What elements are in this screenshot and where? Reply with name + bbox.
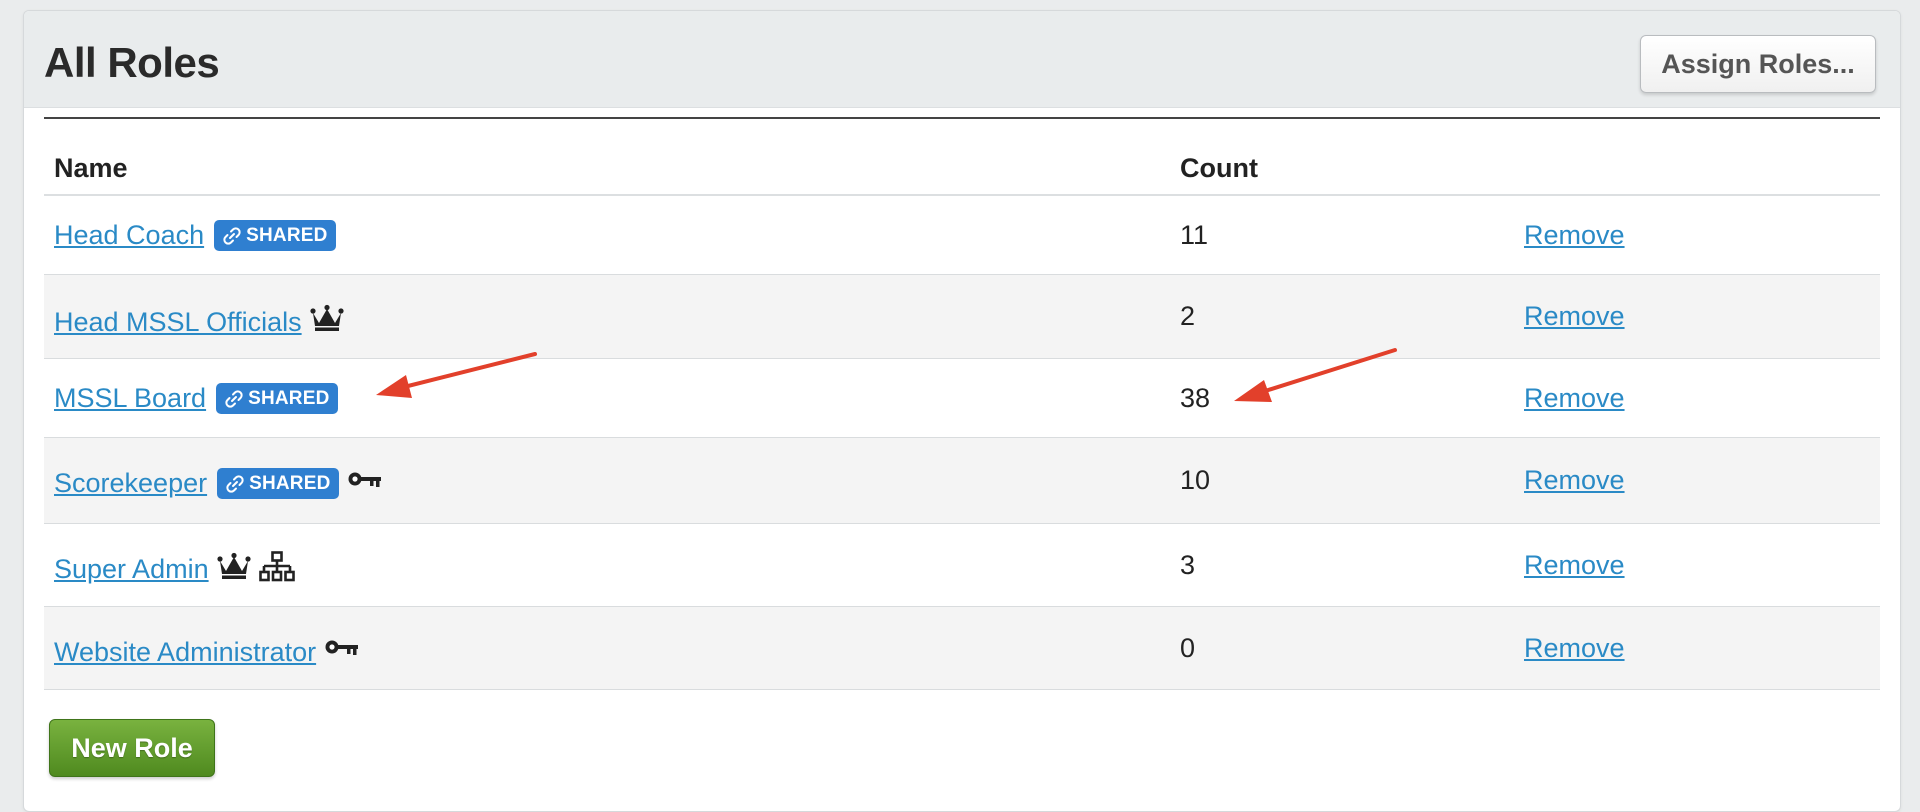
assign-roles-button[interactable]: Assign Roles... xyxy=(1640,35,1876,93)
role-count: 3 xyxy=(1180,549,1196,580)
new-role-button[interactable]: New Role xyxy=(49,719,215,777)
table-row: Website Administrator 0 Remove xyxy=(44,607,1880,690)
role-link-super-admin[interactable]: Super Admin xyxy=(54,554,209,585)
table-header: Name Count xyxy=(44,119,1880,196)
shared-badge: SHARED xyxy=(217,468,339,499)
shared-badge-label: SHARED xyxy=(246,224,328,246)
remove-link[interactable]: Remove xyxy=(1524,465,1625,496)
role-name-cell: MSSL Board SHARED xyxy=(54,359,338,437)
roles-table: Name Count Head Coach SHARED 11 Remove H… xyxy=(44,117,1880,690)
table-row: MSSL Board SHARED 38 Remove xyxy=(44,359,1880,438)
table-row: Scorekeeper SHARED 10 Remove xyxy=(44,438,1880,524)
panel-header: All Roles Assign Roles... xyxy=(24,11,1900,108)
org-chart-icon xyxy=(258,551,295,583)
role-count: 38 xyxy=(1180,382,1211,413)
crown-icon xyxy=(310,304,344,332)
role-count: 11 xyxy=(1180,219,1209,250)
role-link-website-administrator[interactable]: Website Administrator xyxy=(54,637,316,668)
remove-link[interactable]: Remove xyxy=(1524,633,1625,664)
remove-link[interactable]: Remove xyxy=(1524,220,1625,251)
role-name-cell: Head MSSL Officials xyxy=(54,281,344,364)
role-count: 10 xyxy=(1180,465,1211,495)
table-row: Super Admin 3 Remove xyxy=(44,524,1880,607)
role-count: 2 xyxy=(1180,301,1196,331)
link-icon xyxy=(226,475,244,493)
page-title: All Roles xyxy=(44,39,220,86)
table-row: Head Coach SHARED 11 Remove xyxy=(44,196,1880,275)
link-icon xyxy=(223,226,241,245)
crown-icon xyxy=(216,552,251,580)
shared-badge: SHARED xyxy=(214,219,336,251)
role-link-head-coach[interactable]: Head Coach xyxy=(54,220,204,251)
key-icon xyxy=(324,637,360,657)
role-link-head-mssl-officials[interactable]: Head MSSL Officials xyxy=(54,307,302,338)
role-link-scorekeeper[interactable]: Scorekeeper xyxy=(54,468,207,499)
column-header-count: Count xyxy=(1180,153,1258,183)
role-name-cell: Website Administrator xyxy=(54,611,360,693)
role-count: 0 xyxy=(1180,632,1196,663)
link-icon xyxy=(225,389,243,408)
role-name-cell: Scorekeeper SHARED xyxy=(54,441,383,526)
remove-link[interactable]: Remove xyxy=(1524,383,1625,414)
table-row: Head MSSL Officials 2 Remove xyxy=(44,275,1880,359)
shared-badge-label: SHARED xyxy=(248,387,330,409)
remove-link[interactable]: Remove xyxy=(1524,550,1625,581)
role-link-mssl-board[interactable]: MSSL Board xyxy=(54,383,206,414)
remove-link[interactable]: Remove xyxy=(1524,301,1625,332)
key-icon xyxy=(347,469,383,489)
roles-panel: All Roles Assign Roles... Name Count Hea… xyxy=(23,10,1901,812)
role-name-cell: Head Coach SHARED xyxy=(54,196,336,274)
column-header-name: Name xyxy=(54,153,128,183)
role-name-cell: Super Admin xyxy=(54,528,295,610)
shared-badge: SHARED xyxy=(216,382,338,414)
shared-badge-label: SHARED xyxy=(249,473,331,494)
